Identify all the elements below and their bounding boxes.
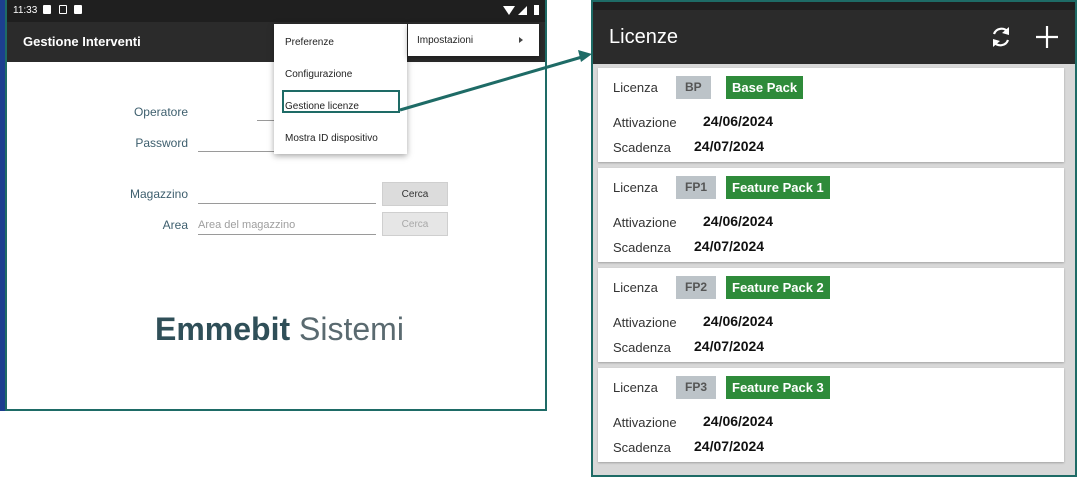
scadenza-label: Scadenza	[613, 140, 671, 155]
submenu-label: Impostazioni	[417, 35, 474, 46]
status-time: 11:33	[13, 5, 38, 16]
license-code-badge: FP3	[676, 376, 717, 399]
page-title: Licenze	[609, 26, 678, 48]
license-name-badge: Feature Pack 2	[726, 276, 830, 299]
license-card[interactable]: Licenza FP2 Feature Pack 2 Attivazione 24/06…	[598, 268, 1064, 362]
licenza-label: Licenza	[613, 80, 658, 95]
expiry-date: 24/07/2024	[694, 238, 765, 254]
menu-item-label: Preferenze	[285, 37, 334, 48]
license-name-badge: Base Pack	[726, 76, 804, 99]
battery-icon	[534, 5, 539, 15]
attivazione-label: Attivazione	[613, 315, 677, 330]
license-card[interactable]: Licenza FP3 Feature Pack 3 Attivazione 24/06…	[598, 368, 1064, 462]
submenu-impostazioni[interactable]: Impostazioni	[408, 24, 539, 56]
attivazione-label: Attivazione	[613, 215, 677, 230]
sd-card-icon	[74, 5, 82, 14]
app-title: Gestione Interventi	[23, 34, 141, 49]
licenza-label: Licenza	[613, 180, 658, 195]
expiry-date: 24/07/2024	[694, 338, 765, 354]
expiry-date: 24/07/2024	[694, 438, 765, 454]
license-code-badge: FP2	[676, 276, 717, 299]
refresh-icon[interactable]	[988, 24, 1014, 50]
add-icon[interactable]	[1034, 24, 1060, 50]
right-screen: Licenze Licenza BP Base Pack Attivazione 24/…	[591, 0, 1077, 477]
licenza-label: Licenza	[613, 280, 658, 295]
scadenza-label: Scadenza	[613, 340, 671, 355]
attivazione-label: Attivazione	[613, 115, 677, 130]
licenza-label: Licenza	[613, 380, 658, 395]
cerca-magazzino-button[interactable]: Cerca	[382, 182, 448, 206]
activation-date: 24/06/2024	[703, 213, 774, 229]
attivazione-label: Attivazione	[613, 415, 677, 430]
password-label: Password	[135, 136, 188, 150]
brand-logo: Emmebit Sistemi	[155, 311, 404, 348]
expiry-date: 24/07/2024	[694, 138, 765, 154]
menu-item-label: Mostra ID dispositivo	[285, 133, 378, 144]
menu-item-configurazione[interactable]: Configurazione	[274, 58, 407, 88]
license-code-badge: BP	[676, 76, 711, 99]
license-name-badge: Feature Pack 3	[726, 376, 830, 399]
brand-light: Sistemi	[299, 311, 404, 347]
status-bar: 11:33	[7, 0, 545, 22]
wifi-icon	[503, 6, 515, 15]
menu-item-mostra-id[interactable]: Mostra ID dispositivo	[274, 122, 407, 152]
options-menu: Preferenze Configurazione Gestione licen…	[274, 24, 407, 154]
notification-icon	[43, 5, 51, 14]
password-field[interactable]	[198, 151, 278, 152]
operatore-label: Operatore	[133, 105, 188, 119]
activation-date: 24/06/2024	[703, 413, 774, 429]
license-card[interactable]: Licenza FP1 Feature Pack 1 Attivazione 24/06…	[598, 168, 1064, 262]
area-field-placeholder[interactable]: Area del magazzino	[198, 219, 295, 231]
menu-item-label: Configurazione	[285, 69, 353, 80]
signal-icon	[518, 6, 527, 15]
activation-date: 24/06/2024	[703, 113, 774, 129]
area-field[interactable]	[198, 234, 376, 235]
area-label: Area	[162, 218, 188, 232]
sim-icon	[59, 5, 67, 14]
cerca-area-button[interactable]: Cerca	[382, 212, 448, 236]
scadenza-label: Scadenza	[613, 440, 671, 455]
menu-item-preferenze[interactable]: Preferenze	[274, 26, 407, 56]
chevron-right-icon	[519, 37, 523, 43]
magazzino-label: Magazzino	[129, 187, 188, 201]
magazzino-field[interactable]	[198, 203, 376, 204]
license-name-badge: Feature Pack 1	[726, 176, 830, 199]
brand-bold: Emmebit	[155, 311, 291, 347]
right-app-bar: Licenze	[593, 10, 1075, 64]
license-card[interactable]: Licenza BP Base Pack Attivazione 24/06/2024 S…	[598, 68, 1064, 162]
highlight-box	[282, 90, 400, 113]
activation-date: 24/06/2024	[703, 313, 774, 329]
license-code-badge: FP1	[676, 176, 717, 199]
scadenza-label: Scadenza	[613, 240, 671, 255]
right-status-bar	[593, 2, 1075, 10]
